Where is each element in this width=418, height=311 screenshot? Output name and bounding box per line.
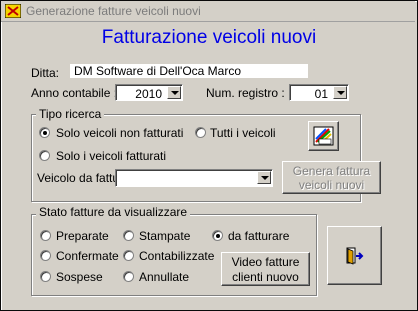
genera-fattura-button[interactable]: Genera fattura veicoli nuovi bbox=[282, 161, 381, 194]
radio-sospese-label: Sospese bbox=[56, 270, 103, 284]
radio-annullate[interactable] bbox=[123, 271, 134, 282]
exit-door-icon bbox=[346, 247, 364, 265]
ditta-value: DM Software di Dell'Oca Marco bbox=[74, 64, 242, 78]
radio-solo-non-fatturati-label: Solo veicoli non fatturati bbox=[56, 126, 184, 140]
radio-stampate[interactable] bbox=[123, 230, 134, 241]
radio-solo-non-fatturati[interactable] bbox=[39, 127, 50, 138]
radio-da-fatturare-label: da fatturare bbox=[228, 229, 290, 243]
video-fatture-label-line1: Video fatture bbox=[231, 255, 300, 269]
genera-fattura-label-line1: Genera fattura bbox=[292, 164, 371, 178]
page-title: Fatturazione veicoli nuovi bbox=[101, 27, 317, 48]
anno-select[interactable]: 2010 bbox=[115, 84, 183, 101]
chevron-down-icon[interactable] bbox=[167, 86, 181, 99]
registro-value: 01 bbox=[314, 87, 328, 101]
chevron-down-icon[interactable] bbox=[257, 171, 271, 184]
radio-solo-fatturati[interactable] bbox=[39, 150, 50, 161]
anno-label: Anno contabile : bbox=[31, 86, 118, 100]
anno-value: 2010 bbox=[135, 87, 162, 101]
registro-select[interactable]: 01 bbox=[289, 84, 349, 101]
veicolo-select[interactable] bbox=[115, 169, 273, 187]
app-icon bbox=[5, 4, 21, 18]
chevron-down-icon[interactable] bbox=[333, 86, 347, 99]
video-fatture-label-line2: clienti nuovo bbox=[232, 270, 299, 284]
exit-button[interactable] bbox=[327, 226, 382, 285]
radio-tutti-veicoli-label: Tutti i veicoli bbox=[210, 126, 276, 140]
radio-solo-fatturati-label: Solo i veicoli fatturati bbox=[56, 149, 167, 163]
radio-confermate[interactable] bbox=[40, 250, 51, 261]
stato-fatture-legend: Stato fatture da visualizzare bbox=[36, 205, 191, 219]
radio-contabilizzate[interactable] bbox=[123, 250, 134, 261]
ditta-field[interactable]: DM Software di Dell'Oca Marco bbox=[70, 64, 308, 78]
genera-fattura-label-line2: veicoli nuovi bbox=[298, 178, 365, 192]
radio-da-fatturare[interactable] bbox=[212, 230, 223, 241]
chart-report-icon bbox=[313, 126, 334, 146]
tipo-ricerca-legend: Tipo ricerca bbox=[36, 107, 105, 121]
radio-confermate-label: Confermate bbox=[56, 249, 119, 263]
ditta-label: Ditta: bbox=[31, 66, 60, 80]
radio-sospese[interactable] bbox=[40, 271, 51, 282]
registro-label: Num. registro : bbox=[206, 86, 285, 100]
window-title: Generazione fatture veicoli nuovi bbox=[26, 4, 201, 18]
radio-preparate[interactable] bbox=[40, 230, 51, 241]
title-bar[interactable]: Generazione fatture veicoli nuovi bbox=[1, 1, 415, 22]
report-button[interactable] bbox=[308, 121, 339, 151]
video-fatture-button[interactable]: Video fatture clienti nuovo bbox=[221, 252, 310, 286]
radio-contabilizzate-label: Contabilizzate bbox=[139, 249, 215, 263]
radio-tutti-veicoli[interactable] bbox=[195, 127, 206, 138]
radio-stampate-label: Stampate bbox=[139, 229, 191, 243]
radio-annullate-label: Annullate bbox=[139, 270, 190, 284]
radio-preparate-label: Preparate bbox=[56, 229, 109, 243]
